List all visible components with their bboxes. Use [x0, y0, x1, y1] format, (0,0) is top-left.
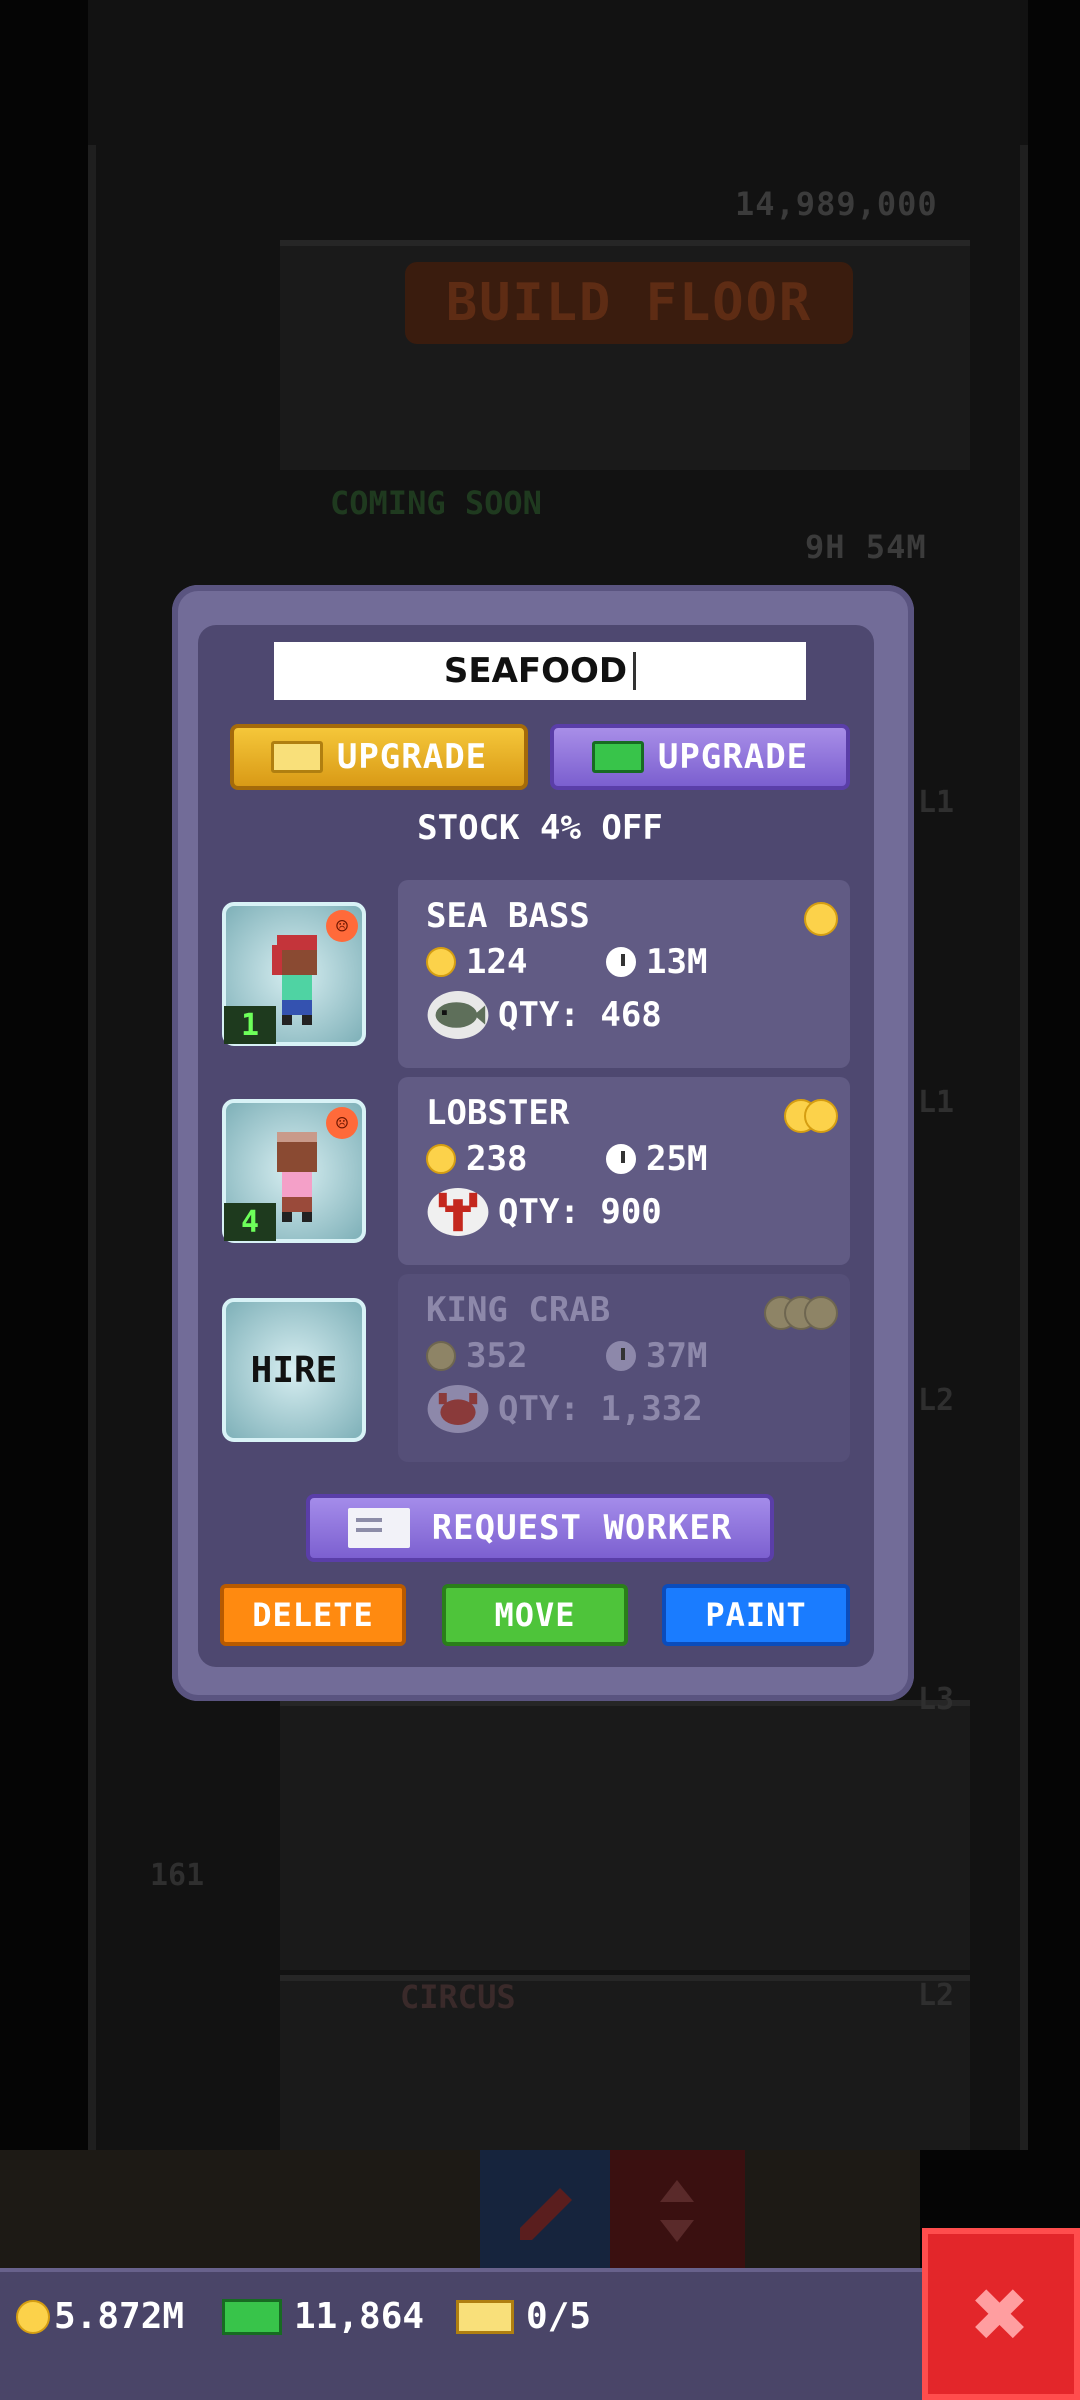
tier-coin-icon [804, 1296, 838, 1330]
cash-amount: 11,864 [294, 2296, 425, 2337]
pencil-tool-button[interactable] [480, 2150, 610, 2270]
item-quantity-row: QTY: 900 [426, 1185, 822, 1239]
item-name: LOBSTER [426, 1093, 570, 1133]
stock-discount-text: STOCK 4% OFF [417, 808, 663, 848]
pencil-icon [520, 2188, 572, 2240]
paint-button[interactable]: PAINT [662, 1584, 850, 1646]
clock-icon [606, 947, 636, 977]
floor-timer: 9H 54M [805, 528, 927, 566]
worker-avatar[interactable]: ☹ 1 [222, 902, 366, 1046]
upgrade-with-bux-button[interactable]: UPGRADE [230, 724, 528, 790]
bux-icon [456, 2299, 514, 2334]
item-tier-coins [764, 1296, 838, 1330]
coin-icon [426, 1144, 456, 1174]
tier-coin-icon [804, 1099, 838, 1133]
coin-icon [426, 1341, 456, 1371]
item-price: 124 [466, 942, 528, 982]
lobster-icon [427, 1188, 489, 1236]
floor-room [280, 1700, 970, 1970]
coin-icon [426, 947, 456, 977]
cash-icon [591, 741, 644, 773]
item-stats: 124 13M [426, 942, 822, 982]
floor-name-input[interactable]: SEAFOOD [274, 642, 806, 700]
stock-item-card-locked[interactable]: KING CRAB 352 37M QTY: 1,332 [398, 1274, 850, 1462]
coin-balance: 5.872M [16, 2296, 184, 2337]
item-tier-coins [804, 902, 838, 936]
fish-icon [427, 991, 489, 1039]
bottom-toolbar [0, 2150, 920, 2270]
item-quantity: QTY: 900 [498, 1192, 662, 1232]
floor-level-label: L2 [918, 1978, 955, 2013]
item-time: 37M [646, 1336, 708, 1376]
item-stats: 352 37M [426, 1336, 822, 1376]
text-cursor [633, 652, 637, 690]
hire-worker-button[interactable]: HIRE [222, 1298, 366, 1442]
bux-amount: 0/5 [526, 2296, 592, 2337]
stock-item-card[interactable]: SEA BASS 124 13M QTY: 468 [398, 880, 850, 1068]
cash-balance: 11,864 [222, 2296, 424, 2337]
tier-coin-icon [804, 902, 838, 936]
item-name: KING CRAB [426, 1290, 611, 1330]
crab-icon [427, 1385, 489, 1433]
floor-name-text: SEAFOOD [443, 651, 628, 691]
cash-icon [222, 2298, 282, 2335]
coin-amount: 5.872M [54, 2296, 185, 2337]
elevator-tool-button[interactable] [610, 2150, 745, 2270]
circus-floor-label: CIRCUS [400, 1978, 516, 2016]
tower-counter: 14,989,000 [735, 185, 938, 223]
item-price: 238 [466, 1139, 528, 1179]
upgrade-label: UPGRADE [657, 737, 809, 777]
clock-icon [606, 1341, 636, 1371]
worker-sprite-icon [272, 935, 317, 1025]
move-button[interactable]: MOVE [442, 1584, 628, 1646]
worker-sprite-icon [277, 1132, 317, 1222]
worker-level-badge: 4 [224, 1203, 276, 1241]
coin-icon [16, 2299, 50, 2334]
floor-number: 161 [150, 1858, 205, 1893]
floor-level-label: L2 [918, 1383, 955, 1418]
clock-icon [606, 1144, 636, 1174]
item-quantity: QTY: 468 [498, 995, 662, 1035]
request-worker-label: REQUEST WORKER [431, 1508, 733, 1548]
unhappy-face-icon: ☹ [326, 910, 358, 942]
request-worker-button[interactable]: REQUEST WORKER [306, 1494, 774, 1562]
floor-level-label: L1 [918, 785, 955, 820]
item-time: 13M [646, 942, 708, 982]
bux-icon [270, 741, 323, 773]
unhappy-face-icon: ☹ [326, 1107, 358, 1139]
bux-balance: 0/5 [456, 2296, 591, 2337]
close-button[interactable]: ✖ [922, 2228, 1080, 2400]
item-time: 25M [646, 1139, 708, 1179]
worker-level-badge: 1 [224, 1006, 276, 1044]
floor-level-label: L1 [918, 1085, 955, 1120]
worker-avatar[interactable]: ☹ 4 [222, 1099, 366, 1243]
item-tier-coins [784, 1099, 838, 1133]
upgrade-with-cash-button[interactable]: UPGRADE [550, 724, 850, 790]
coming-soon-label: COMING SOON [330, 484, 542, 522]
item-quantity: QTY: 1,332 [498, 1389, 703, 1429]
item-quantity-row: QTY: 1,332 [426, 1382, 822, 1436]
upgrade-label: UPGRADE [336, 737, 488, 777]
stock-item-card[interactable]: LOBSTER 238 25M QTY: 900 [398, 1077, 850, 1265]
floor-room [280, 1975, 970, 2150]
item-quantity-row: QTY: 468 [426, 988, 822, 1042]
floor-level-label: L3 [918, 1682, 955, 1717]
up-down-arrows-icon [660, 2180, 694, 2242]
close-icon: ✖ [972, 2258, 1030, 2370]
build-floor-button[interactable]: BUILD FLOOR [405, 262, 853, 344]
item-price: 352 [466, 1336, 528, 1376]
item-name: SEA BASS [426, 896, 590, 936]
delete-button[interactable]: DELETE [220, 1584, 406, 1646]
envelope-icon [347, 1508, 410, 1548]
item-stats: 238 25M [426, 1139, 822, 1179]
